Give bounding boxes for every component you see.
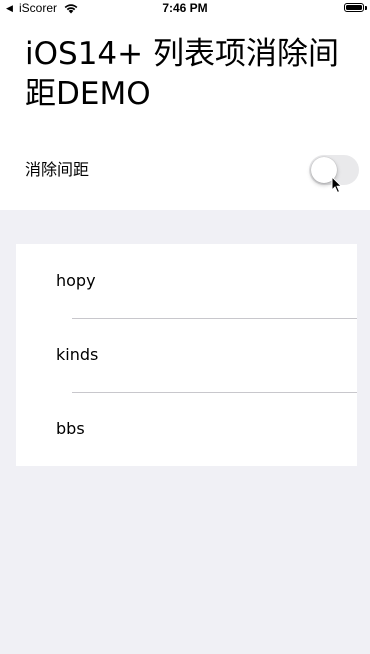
battery-level [346, 5, 362, 10]
item-list: hopy kinds bbs [16, 244, 357, 466]
list-item-label: hopy [56, 271, 96, 290]
status-time: 7:46 PM [162, 1, 208, 15]
toggle-label: 消除间距 [25, 160, 90, 179]
status-bar: ◀ iScorer 7:46 PM [0, 0, 370, 18]
list-item[interactable]: bbs [16, 392, 357, 466]
battery-icon [344, 3, 364, 12]
page-title: iOS14+ 列表项消除间距DEMO [25, 36, 339, 112]
battery-cap [365, 6, 367, 10]
list-item[interactable]: hopy [16, 244, 357, 318]
list-item[interactable]: kinds [16, 318, 357, 392]
mouse-cursor-icon [331, 176, 343, 194]
list-item-label: bbs [56, 419, 85, 438]
list-item-label: kinds [56, 345, 99, 364]
